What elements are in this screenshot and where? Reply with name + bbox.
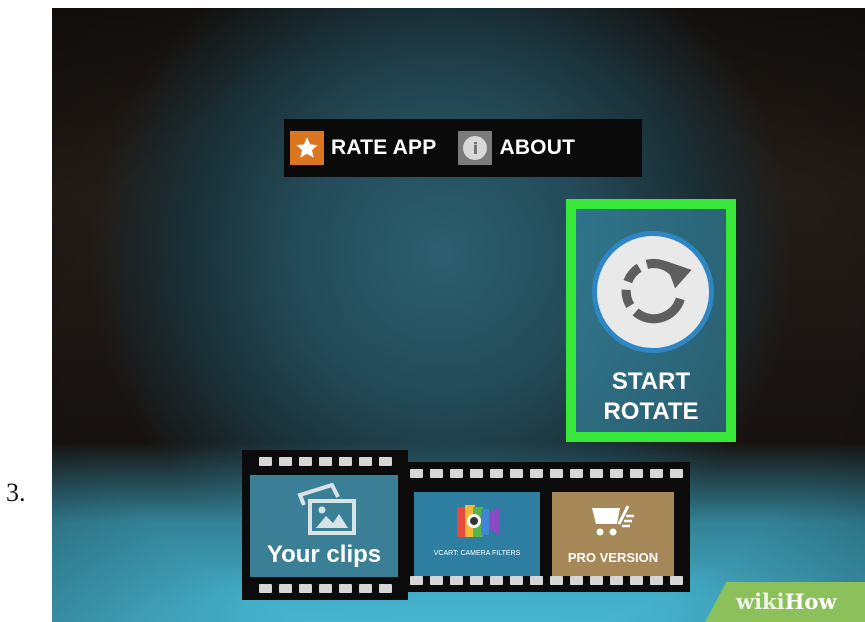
your-clips-label: Your clips	[266, 541, 382, 568]
rate-app-label: RATE APP	[331, 136, 437, 159]
gallery-icon	[294, 482, 360, 542]
pro-version-tile[interactable]: PRO VERSION	[552, 492, 674, 576]
about-button[interactable]: i ABOUT	[458, 131, 575, 165]
camera-filters-icon	[455, 501, 501, 546]
start-rotate-label: START ROTATE	[576, 367, 726, 427]
step-number: 3.	[6, 478, 26, 507]
filmstrip: Your clips VCART: CAMERA FILTERS PRO VER…	[242, 450, 690, 600]
star-icon	[290, 131, 324, 165]
about-label: ABOUT	[499, 136, 576, 159]
wikihow-logo: wikiHow	[736, 589, 837, 614]
vcart-label: VCART: CAMERA FILTERS	[433, 550, 521, 557]
rate-app-button[interactable]: RATE APP	[290, 131, 436, 165]
your-clips-tile[interactable]: Your clips	[250, 475, 398, 577]
info-icon: i	[458, 131, 493, 165]
vcart-tile[interactable]: VCART: CAMERA FILTERS	[414, 492, 540, 576]
wikihow-logo-wiki: wiki	[736, 589, 785, 614]
top-bar: RATE APP i ABOUT	[284, 119, 642, 177]
rotate-icon	[592, 231, 714, 353]
start-label-line2: ROTATE	[603, 398, 699, 425]
start-label-line1: START	[611, 368, 691, 395]
start-rotate-button[interactable]: START ROTATE	[566, 199, 736, 442]
pro-version-label: PRO VERSION	[567, 550, 659, 565]
cart-icon	[590, 504, 636, 547]
wikihow-logo-how: How	[784, 589, 837, 614]
app-screen: RATE APP i ABOUT START ROTATE Your clips…	[52, 8, 865, 622]
